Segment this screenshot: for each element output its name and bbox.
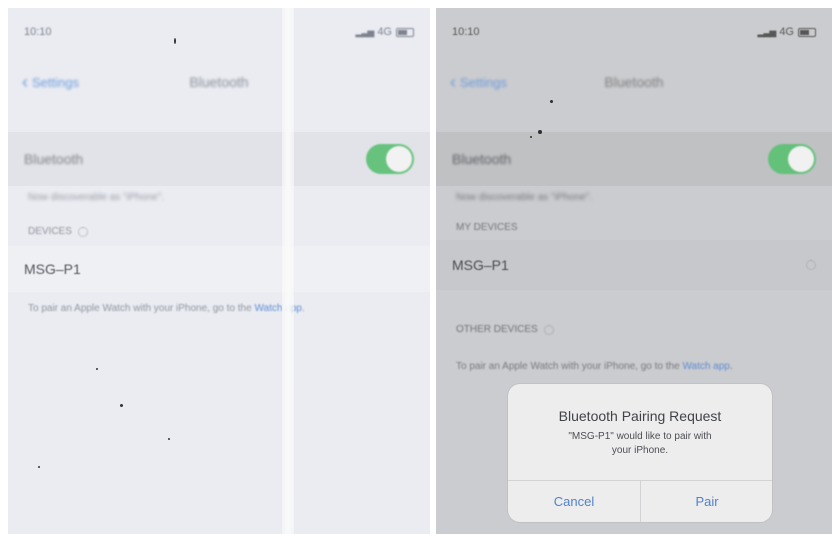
dust-speck (174, 38, 176, 44)
dust-speck (550, 100, 553, 103)
back-button[interactable]: ‹ Settings (22, 73, 79, 91)
watch-app-link[interactable]: Watch app (682, 361, 729, 372)
status-indicators: ▂▃▅ 4G (356, 26, 414, 38)
watch-note-text: To pair an Apple Watch with your iPhone,… (456, 361, 683, 372)
watch-pairing-note: To pair an Apple Watch with your iPhone,… (28, 302, 398, 316)
status-bar: 10:10 ▂▃▅ 4G (436, 8, 832, 56)
navigation-bar: ‹ Settings Bluetooth (436, 56, 832, 108)
chevron-left-icon: ‹ (450, 72, 456, 92)
status-time: 10:10 (24, 26, 52, 38)
connecting-spinner-icon (806, 260, 816, 270)
signal-icon: ▂▃▅ (355, 26, 375, 37)
network-label: 4G (779, 26, 794, 38)
dialog-message-line1: "MSG-P1" would like to pair with (568, 431, 712, 442)
status-indicators: ▂▃▅ 4G (758, 26, 816, 38)
watch-note-suffix: . (301, 303, 305, 314)
section-label: OTHER DEVICES (456, 324, 538, 335)
device-name: MSG–P1 (452, 257, 509, 273)
watch-app-link[interactable]: Watch app (254, 303, 301, 314)
bluetooth-label: Bluetooth (452, 151, 512, 167)
dust-speck (530, 136, 532, 138)
section-header-devices: DEVICES (28, 226, 88, 237)
network-label: 4G (377, 26, 392, 38)
battery-icon (798, 27, 816, 37)
bluetooth-label: Bluetooth (24, 151, 84, 167)
watch-note-text: To pair an Apple Watch with your iPhone,… (28, 303, 255, 314)
dust-speck (38, 466, 40, 468)
spinner-icon (543, 324, 554, 335)
left-phone-screen: 10:10 ▂▃▅ 4G ‹ Settings Bluetooth Blueto… (8, 8, 430, 534)
dust-speck (96, 368, 98, 370)
section-label: DEVICES (28, 226, 72, 237)
battery-icon (396, 27, 414, 37)
dust-speck (538, 130, 542, 134)
watch-pairing-note: To pair an Apple Watch with your iPhone,… (456, 360, 806, 374)
discoverable-note: Now discoverable as "iPhone". (28, 192, 165, 203)
cancel-button[interactable]: Cancel (508, 481, 640, 522)
status-bar: 10:10 ▂▃▅ 4G (8, 8, 430, 56)
device-row-msg-p1[interactable]: MSG–P1 (436, 240, 832, 290)
device-row-msg-p1[interactable]: MSG–P1 (8, 246, 430, 292)
dialog-message: "MSG-P1" would like to pair with your iP… (538, 430, 742, 458)
spinner-icon (77, 226, 88, 237)
section-label: MY DEVICES (456, 222, 518, 233)
dust-speck (168, 438, 170, 440)
signal-icon: ▂▃▅ (757, 26, 777, 37)
scan-streak (282, 8, 294, 534)
dialog-message-line2: your iPhone. (611, 445, 669, 456)
device-name: MSG–P1 (24, 261, 81, 277)
bluetooth-toggle[interactable] (768, 144, 816, 174)
pairing-request-dialog: Bluetooth Pairing Request "MSG-P1" would… (508, 384, 772, 522)
section-header-other-devices: OTHER DEVICES (456, 324, 554, 335)
back-label: Settings (460, 74, 507, 90)
bluetooth-toggle[interactable] (366, 144, 414, 174)
discoverable-note: Now discoverable as "iPhone". (456, 192, 593, 203)
back-label: Settings (32, 74, 79, 90)
bluetooth-row: Bluetooth (8, 132, 430, 186)
dust-speck (120, 404, 123, 407)
navigation-bar: ‹ Settings Bluetooth (8, 56, 430, 108)
section-header-my-devices: MY DEVICES (456, 222, 518, 233)
chevron-left-icon: ‹ (22, 72, 28, 92)
status-time: 10:10 (452, 26, 480, 38)
watch-note-suffix: . (729, 361, 733, 372)
bluetooth-row: Bluetooth (436, 132, 832, 186)
dialog-title: Bluetooth Pairing Request (558, 408, 722, 424)
pair-button[interactable]: Pair (641, 481, 773, 522)
right-phone-screen: 10:10 ▂▃▅ 4G ‹ Settings Bluetooth Blueto… (436, 8, 832, 534)
back-button[interactable]: ‹ Settings (450, 73, 507, 91)
